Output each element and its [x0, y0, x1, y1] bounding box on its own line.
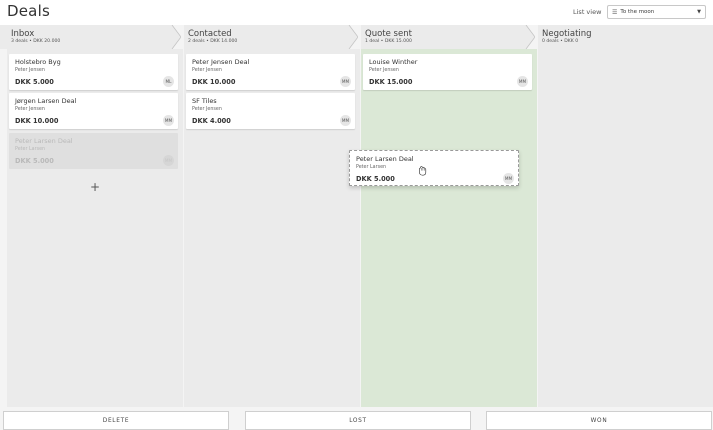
stage-summary: 3 deals • DKK 20.000	[11, 39, 61, 44]
caret-down-icon: ▼	[697, 9, 701, 15]
stage-header-contacted: Contacted 2 deals • DKK 14.000	[184, 25, 358, 49]
deal-title: Peter Jensen Deal	[192, 58, 250, 66]
top-bar: Deals List view ☰ To the moon ▼	[0, 0, 713, 25]
deal-person: Peter Jensen	[192, 107, 222, 112]
deal-card[interactable]: Peter Jensen Deal Peter Jensen DKK 10.00…	[186, 54, 355, 90]
deal-card-placeholder: Peter Larsen Deal Peter Larsen DKK 5.000…	[9, 133, 178, 169]
stage-summary: 0 deals • DKK 0	[542, 39, 579, 44]
dragged-deal-card[interactable]: Peter Larsen Deal Peter Larsen DKK 5.000…	[349, 150, 519, 186]
deal-value: DKK 10.000	[15, 117, 59, 125]
pipeline-select[interactable]: ☰ To the moon ▼	[607, 5, 706, 19]
deal-title: SF Tiles	[192, 97, 217, 105]
deal-title: Jørgen Larsen Deal	[15, 97, 77, 105]
stage-header-negotiating: Negotiating 0 deals • DKK 0	[538, 25, 713, 49]
column-inbox[interactable]: Holstebro Byg Peter Jensen DKK 5.000 ML …	[7, 49, 183, 407]
deal-card[interactable]: SF Tiles Peter Jensen DKK 4.000 MM	[186, 93, 355, 129]
deal-value: DKK 5.000	[15, 78, 54, 86]
stage-arrow-icon	[523, 25, 535, 49]
column-negotiating[interactable]	[538, 49, 713, 407]
deal-person: Peter Jensen	[15, 68, 45, 73]
stage-arrow-icon	[169, 25, 181, 49]
deal-card[interactable]: Louise Winther Peter Jensen DKK 15.000 M…	[363, 54, 532, 90]
deal-person: Peter Jensen	[369, 68, 399, 73]
deal-card[interactable]: Jørgen Larsen Deal Peter Jensen DKK 10.0…	[9, 93, 178, 129]
stage-name: Contacted	[188, 29, 232, 39]
owner-avatar: MM	[163, 155, 174, 166]
deal-person: Peter Jensen	[15, 107, 45, 112]
deal-title: Holstebro Byg	[15, 58, 61, 66]
stage-header-quote-sent: Quote sent 1 deal • DKK 15.000	[361, 25, 535, 49]
lost-drop-zone[interactable]: LOST	[245, 411, 471, 430]
column-quote-sent[interactable]: Louise Winther Peter Jensen DKK 15.000 M…	[361, 49, 537, 407]
list-view-link[interactable]: List view	[573, 8, 601, 16]
owner-avatar: MM	[503, 173, 514, 184]
pipeline-icon: ☰	[612, 8, 618, 16]
deal-title: Peter Larsen Deal	[356, 155, 414, 163]
deal-value: DKK 15.000	[369, 78, 413, 86]
column-contacted[interactable]: Peter Jensen Deal Peter Jensen DKK 10.00…	[184, 49, 360, 407]
stage-name: Quote sent	[365, 29, 412, 39]
owner-avatar: MM	[340, 76, 351, 87]
deal-value: DKK 4.000	[192, 117, 231, 125]
stage-name: Negotiating	[542, 29, 592, 39]
grab-hand-icon	[419, 166, 427, 176]
stage-summary: 2 deals • DKK 14.000	[188, 39, 238, 44]
deal-person: Peter Larsen	[15, 147, 46, 152]
stage-arrow-icon	[346, 25, 358, 49]
drop-zone-bar: DELETE LOST WON	[0, 407, 713, 430]
deal-title: Peter Larsen Deal	[15, 137, 73, 145]
deal-value: DKK 10.000	[192, 78, 236, 86]
owner-avatar: ML	[163, 76, 174, 87]
add-deal-button[interactable]: +	[90, 181, 100, 193]
deal-title: Louise Winther	[369, 58, 418, 66]
stage-header-inbox: Inbox 3 deals • DKK 20.000	[0, 25, 181, 49]
stage-name: Inbox	[11, 29, 35, 39]
page-title: Deals	[7, 2, 50, 20]
pipeline-select-value: To the moon	[620, 9, 655, 15]
deal-value: DKK 5.000	[15, 157, 54, 165]
deal-value: DKK 5.000	[356, 175, 395, 183]
owner-avatar: MM	[340, 115, 351, 126]
deal-card[interactable]: Holstebro Byg Peter Jensen DKK 5.000 ML	[9, 54, 178, 90]
delete-drop-zone[interactable]: DELETE	[3, 411, 229, 430]
deal-person: Peter Jensen	[192, 68, 222, 73]
owner-avatar: MM	[163, 115, 174, 126]
won-drop-zone[interactable]: WON	[486, 411, 712, 430]
deal-person: Peter Larsen	[356, 165, 387, 170]
stage-summary: 1 deal • DKK 15.000	[365, 39, 412, 44]
owner-avatar: MM	[517, 76, 528, 87]
